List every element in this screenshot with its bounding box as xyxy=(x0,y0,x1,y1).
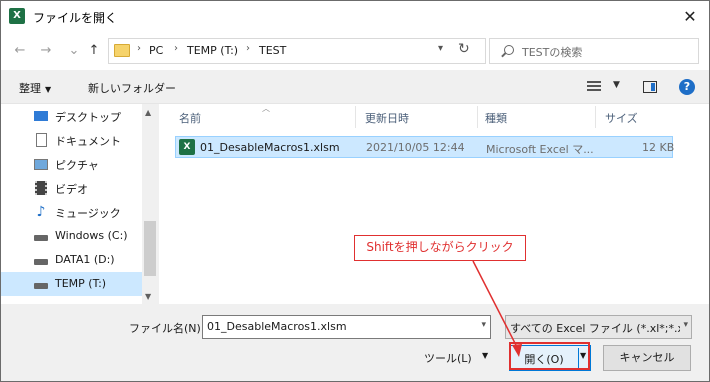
sidebar-item-label: ミュージック xyxy=(55,207,121,220)
forward-button[interactable]: → xyxy=(37,42,55,60)
column-divider[interactable] xyxy=(355,106,356,128)
close-button[interactable]: ✕ xyxy=(671,1,709,32)
recent-locations-button[interactable]: ⌄ xyxy=(65,42,83,60)
window-title: ファイルを開く xyxy=(33,11,118,25)
file-name: 01_DesableMacros1.xlsm xyxy=(200,141,340,154)
navigation-bar: ← → ⌄ ↑ › PC › TEMP (T:) › TEST ▾ ↻ TEST… xyxy=(1,32,709,70)
sidebar-item-temp-t[interactable]: TEMP (T:) xyxy=(1,272,142,296)
drive-icon xyxy=(34,277,48,291)
filename-label: ファイル名(N): xyxy=(129,322,205,335)
sidebar-item-label: ピクチャ xyxy=(55,159,99,172)
sidebar-item-videos[interactable]: ビデオ xyxy=(1,176,142,200)
chevron-down-icon[interactable]: ▼ xyxy=(613,80,620,90)
chevron-down-icon[interactable]: ▾ xyxy=(481,320,486,330)
pictures-icon xyxy=(34,157,48,171)
navigation-pane: デスクトップ ドキュメント ピクチャ ビデオ ♪ ミュージック Windows … xyxy=(1,104,158,304)
sort-ascending-icon: ︿ xyxy=(262,104,270,113)
chevron-right-icon[interactable]: › xyxy=(174,43,178,54)
column-header-type[interactable]: 種類 xyxy=(485,110,507,126)
file-size: 12 KB xyxy=(642,141,675,154)
sidebar-item-label: デスクトップ xyxy=(55,111,121,124)
column-header-modified[interactable]: 更新日時 xyxy=(365,110,409,126)
sidebar-item-label: Windows (C:) xyxy=(55,229,128,242)
document-icon xyxy=(34,133,48,147)
file-list: ︿ 名前 更新日時 種類 サイズ X 01_DesableMacros1.xls… xyxy=(159,104,709,304)
command-bar: 整理 ▼ 新しいフォルダー ▼ ? xyxy=(1,70,709,104)
cancel-button[interactable]: キャンセル xyxy=(603,345,691,371)
scrollbar-thumb[interactable] xyxy=(144,221,156,276)
breadcrumb-pc[interactable]: PC xyxy=(149,44,163,57)
refresh-button[interactable]: ↻ xyxy=(458,41,470,57)
sidebar-item-label: ビデオ xyxy=(55,183,88,196)
file-type: Microsoft Excel マ... xyxy=(486,143,594,156)
breadcrumb-temp[interactable]: TEMP (T:) xyxy=(187,44,238,57)
breadcrumb-test[interactable]: TEST xyxy=(259,44,286,57)
tools-menu[interactable]: ツール(L) xyxy=(424,350,472,366)
sidebar-item-label: ドキュメント xyxy=(55,135,121,148)
organize-menu[interactable]: 整理 ▼ xyxy=(19,80,51,96)
drive-icon xyxy=(34,229,48,243)
sidebar-item-label: TEMP (T:) xyxy=(55,277,107,290)
search-input[interactable]: TESTの検索 xyxy=(522,44,582,60)
column-header-size[interactable]: サイズ xyxy=(605,110,638,126)
annotation-callout: Shiftを押しながらクリック xyxy=(354,235,526,261)
chevron-right-icon: › xyxy=(137,43,141,54)
filetype-select[interactable]: すべての Excel ファイル (*.xl*;*.xlsx ▾ xyxy=(505,315,692,339)
drive-icon xyxy=(34,253,48,267)
filename-field[interactable]: 01_DesableMacros1.xlsm ▾ xyxy=(202,315,491,339)
chevron-down-icon: ▼ xyxy=(45,85,52,94)
dialog-footer: ファイル名(N): 01_DesableMacros1.xlsm ▾ すべての … xyxy=(1,304,709,381)
scroll-up-icon[interactable]: ▲ xyxy=(145,108,151,117)
title-bar: X ファイルを開く ✕ xyxy=(1,1,709,32)
chevron-down-icon[interactable]: ▾ xyxy=(438,43,443,54)
sidebar-item-pictures[interactable]: ピクチャ xyxy=(1,152,142,176)
column-divider[interactable] xyxy=(595,106,596,128)
filetype-value: すべての Excel ファイル (*.xl*;*.xlsx xyxy=(510,322,680,335)
help-icon[interactable]: ? xyxy=(679,79,695,95)
video-icon xyxy=(34,181,48,195)
sidebar-item-label: DATA1 (D:) xyxy=(55,253,115,266)
sidebar-scrollbar[interactable]: ▲ ▼ xyxy=(142,104,158,304)
up-button[interactable]: ↑ xyxy=(85,42,103,60)
scroll-down-icon[interactable]: ▼ xyxy=(145,292,151,301)
folder-icon xyxy=(114,44,130,57)
sidebar-item-windows-c[interactable]: Windows (C:) xyxy=(1,224,142,248)
music-icon: ♪ xyxy=(36,204,46,220)
organize-label: 整理 xyxy=(19,82,41,95)
chevron-down-icon[interactable]: ▼ xyxy=(482,351,488,360)
excel-file-icon: X xyxy=(179,139,195,155)
annotation-highlight xyxy=(509,342,590,370)
chevron-down-icon: ▾ xyxy=(683,320,688,330)
preview-pane-icon[interactable] xyxy=(643,81,657,93)
column-header-name[interactable]: 名前 xyxy=(179,110,201,126)
excel-app-icon: X xyxy=(9,8,25,24)
sidebar-item-data1-d[interactable]: DATA1 (D:) xyxy=(1,248,142,272)
sidebar-item-documents[interactable]: ドキュメント xyxy=(1,128,142,152)
file-modified: 2021/10/05 12:44 xyxy=(366,141,465,154)
desktop-icon xyxy=(34,109,48,123)
file-open-dialog: X ファイルを開く ✕ ← → ⌄ ↑ › PC › TEMP (T:) › T… xyxy=(0,0,710,382)
sidebar-item-music[interactable]: ♪ ミュージック xyxy=(1,200,142,224)
file-row[interactable]: X 01_DesableMacros1.xlsm 2021/10/05 12:4… xyxy=(175,136,675,158)
search-box[interactable]: TESTの検索 xyxy=(489,38,699,64)
filename-value: 01_DesableMacros1.xlsm xyxy=(207,320,347,333)
back-button[interactable]: ← xyxy=(11,42,29,60)
address-bar[interactable]: › PC › TEMP (T:) › TEST ▾ ↻ xyxy=(108,38,486,64)
search-icon xyxy=(504,45,514,55)
column-divider[interactable] xyxy=(477,106,478,128)
new-folder-button[interactable]: 新しいフォルダー xyxy=(88,80,176,96)
chevron-right-icon[interactable]: › xyxy=(246,43,250,54)
sidebar-item-desktop[interactable]: デスクトップ xyxy=(1,104,142,128)
view-options-icon[interactable] xyxy=(587,81,601,93)
